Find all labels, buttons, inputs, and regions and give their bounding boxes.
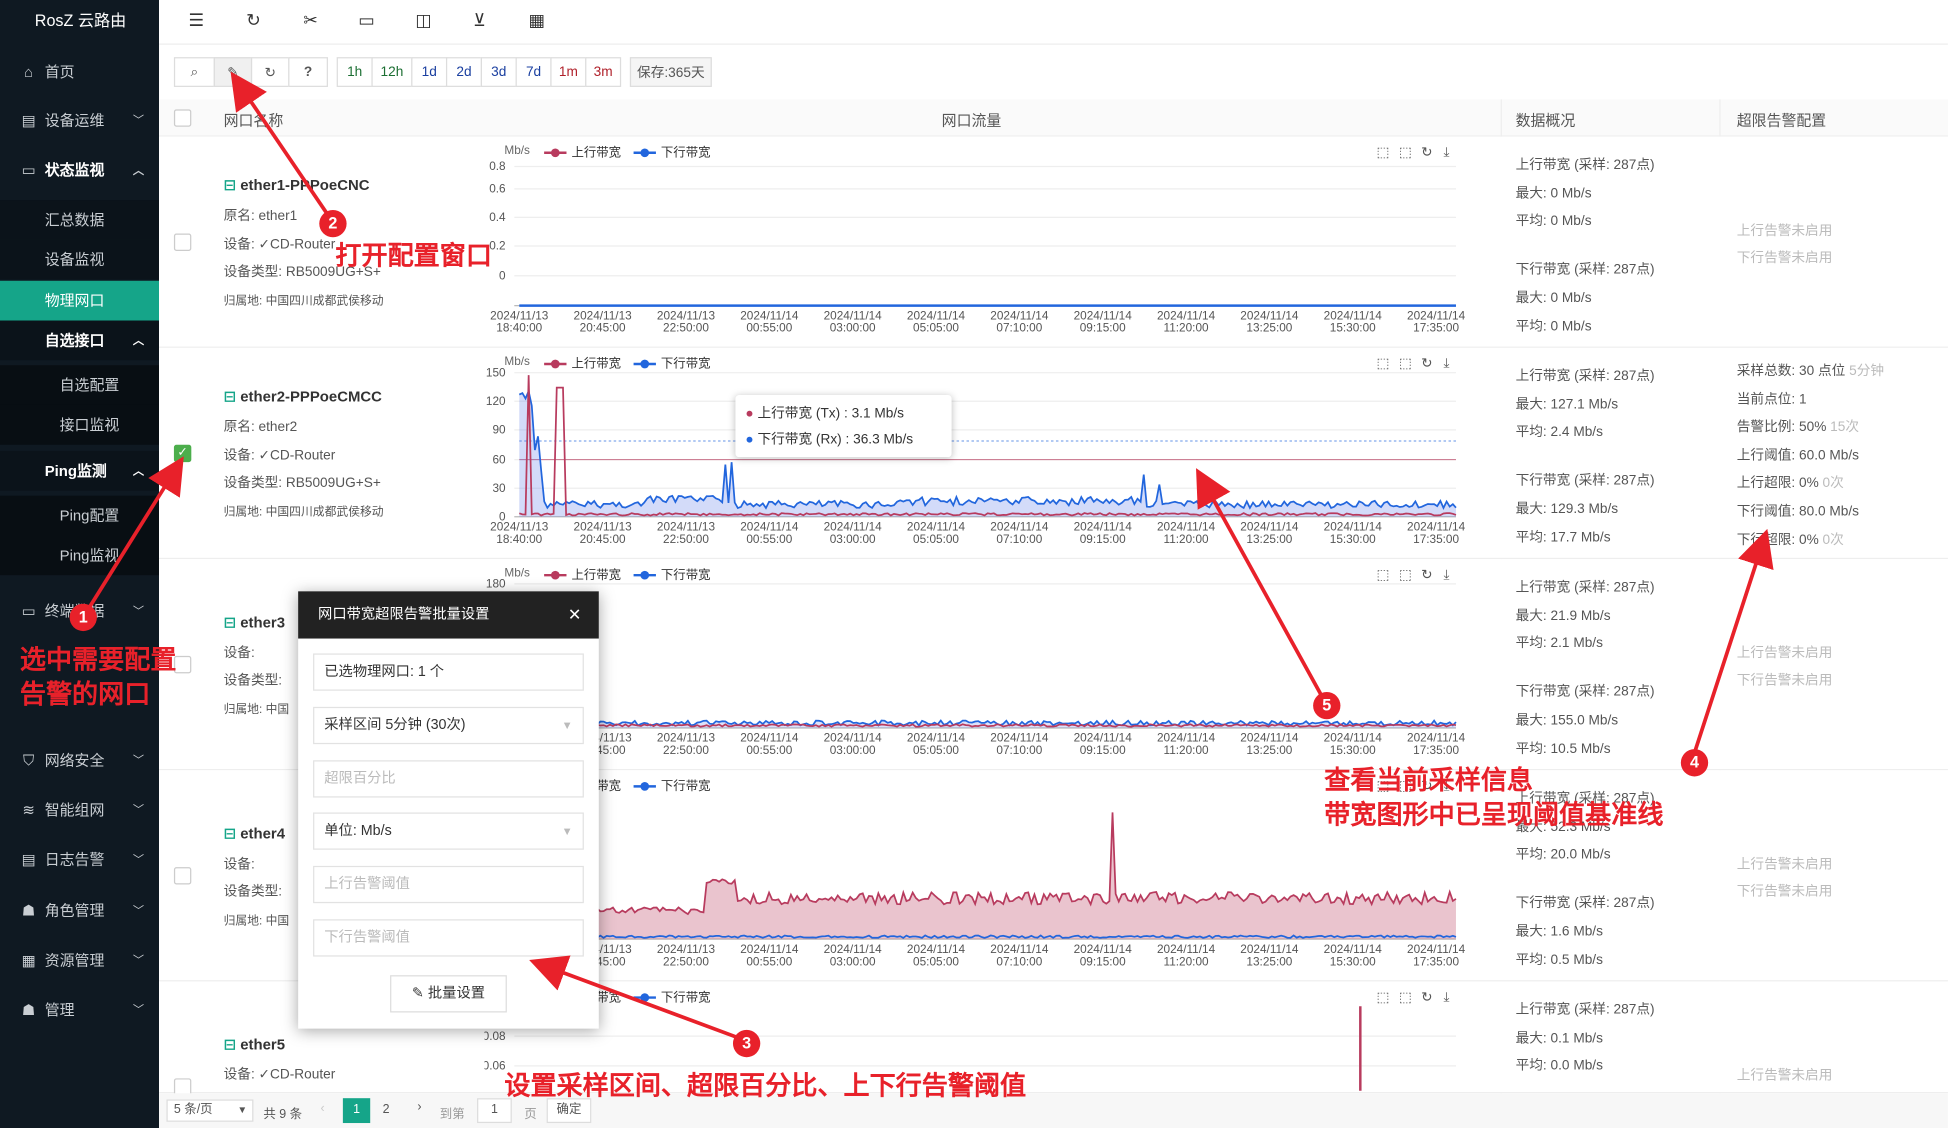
step-badge-3: 3 (732, 1029, 761, 1058)
annotation-step1: 选中需要配置 告警的网口 (19, 645, 177, 710)
arrow-3 (529, 955, 742, 1041)
step-badge-4: 4 (1680, 749, 1709, 777)
badge-num: 5 (1322, 695, 1332, 715)
step-badge-2: 2 (319, 209, 347, 238)
badge-num: 1 (78, 607, 88, 627)
arrow-2 (230, 71, 332, 220)
badge-num: 4 (1689, 752, 1699, 772)
step-badge-1: 1 (69, 603, 97, 632)
arrow-5 (1196, 468, 1326, 702)
arrow-4 (1692, 528, 1774, 754)
annotation-step2: 打开配置窗口 (335, 242, 492, 271)
badge-num: 2 (328, 213, 338, 233)
arrow-1 (85, 456, 184, 613)
annotation-step5a: 查看当前采样信息 (1324, 766, 1533, 796)
step-badge-5: 5 (1313, 691, 1341, 720)
badge-num: 3 (742, 1033, 752, 1053)
annotation-arrows (85, 71, 1774, 1041)
annotation-step3: 设置采样区间、超限百分比、上下行告警阈值 (504, 1072, 1027, 1101)
annotation-step5b: 带宽图形中已呈现阈值基准线 (1324, 801, 1664, 830)
